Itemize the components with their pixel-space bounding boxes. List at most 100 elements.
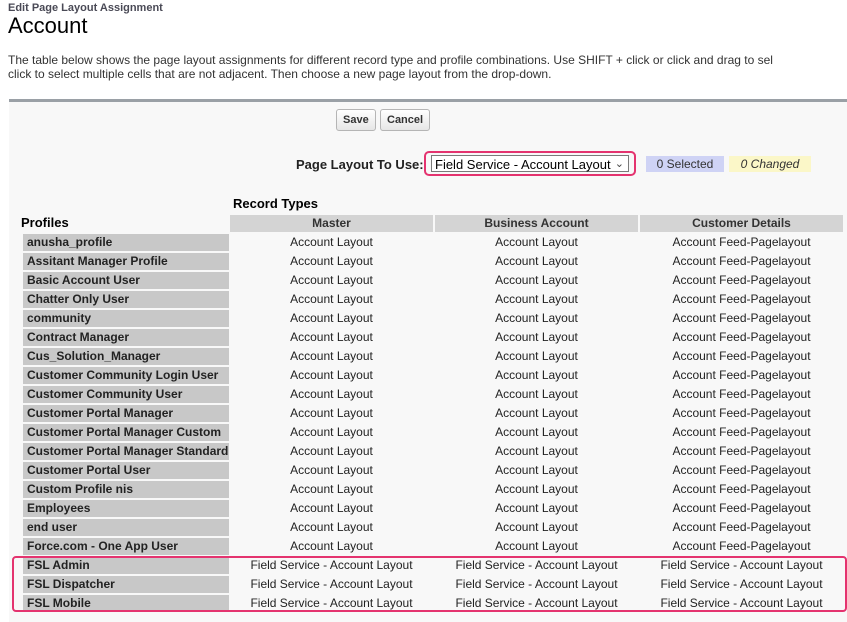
layout-cell[interactable]: Account Feed-Pagelayout — [640, 500, 843, 517]
profile-name: Custom Profile nis — [23, 481, 229, 498]
description: The table below shows the page layout as… — [8, 53, 847, 81]
layout-cell[interactable]: Account Layout — [435, 310, 638, 327]
layout-cell[interactable]: Account Layout — [230, 443, 433, 460]
layout-cell[interactable]: Account Layout — [435, 386, 638, 403]
table-row: anusha_profile Account Layout Account Layo… — [23, 234, 847, 253]
table-row: Customer Portal User Account Layout Accoun… — [23, 462, 847, 481]
layout-cell[interactable]: Account Feed-Pagelayout — [640, 291, 843, 308]
layout-cell[interactable]: Account Feed-Pagelayout — [640, 253, 843, 270]
layout-cell[interactable]: Account Feed-Pagelayout — [640, 443, 843, 460]
table-row: Contract Manager Account Layout Account La… — [23, 329, 847, 348]
page-layout-select-value: Field Service - Account Layout — [435, 157, 611, 172]
layout-cell[interactable]: Account Layout — [435, 443, 638, 460]
layout-cell[interactable]: Account Feed-Pagelayout — [640, 329, 843, 346]
layout-cell[interactable]: Account Layout — [230, 234, 433, 251]
layout-cell[interactable]: Account Layout — [230, 348, 433, 365]
layout-cell[interactable]: Account Layout — [435, 462, 638, 479]
layout-cell[interactable]: Field Service - Account Layout — [640, 576, 843, 593]
layout-cell[interactable]: Account Layout — [230, 481, 433, 498]
layout-cell[interactable]: Account Feed-Pagelayout — [640, 481, 843, 498]
profile-name: Employees — [23, 500, 229, 517]
layout-cell[interactable]: Account Layout — [435, 424, 638, 441]
layout-cell[interactable]: Field Service - Account Layout — [435, 576, 638, 593]
layout-cell[interactable]: Account Layout — [435, 481, 638, 498]
layout-cell[interactable]: Account Feed-Pagelayout — [640, 348, 843, 365]
profile-name: FSL Admin — [23, 557, 229, 574]
chevron-down-icon: ⌄ — [614, 158, 624, 170]
profile-name: Chatter Only User — [23, 291, 229, 308]
layout-cell[interactable]: Field Service - Account Layout — [435, 595, 638, 612]
layout-cell[interactable]: Account Layout — [435, 291, 638, 308]
description-line-1: The table below shows the page layout as… — [8, 53, 773, 67]
layout-cell[interactable]: Account Layout — [230, 367, 433, 384]
table-row: Customer Community Login User Account Lay… — [23, 367, 847, 386]
layout-cell[interactable]: Account Layout — [230, 500, 433, 517]
layout-cell[interactable]: Account Layout — [230, 253, 433, 270]
layout-cell[interactable]: Field Service - Account Layout — [230, 576, 433, 593]
save-button[interactable]: Save — [336, 109, 376, 131]
layout-cell[interactable]: Field Service - Account Layout — [640, 595, 843, 612]
layout-cell[interactable]: Account Layout — [435, 405, 638, 422]
profile-name: community — [23, 310, 229, 327]
table-row: Employees Account Layout Account Layout Acc… — [23, 500, 847, 519]
layout-cell[interactable]: Account Feed-Pagelayout — [640, 462, 843, 479]
layout-cell[interactable]: Account Feed-Pagelayout — [640, 310, 843, 327]
table-row: Custom Profile nis Account Layout Account … — [23, 481, 847, 500]
table-row: community Account Layout Account Layout Acc… — [23, 310, 847, 329]
layout-cell[interactable]: Account Feed-Pagelayout — [640, 272, 843, 289]
layout-cell[interactable]: Account Layout — [435, 329, 638, 346]
selected-count-badge: 0 Selected — [646, 156, 724, 172]
layout-cell[interactable]: Account Layout — [230, 272, 433, 289]
layout-cell[interactable]: Account Layout — [435, 348, 638, 365]
layout-cell[interactable]: Field Service - Account Layout — [230, 557, 433, 574]
profile-name: FSL Mobile — [23, 595, 229, 612]
layout-cell[interactable]: Account Layout — [230, 386, 433, 403]
layout-cell[interactable]: Account Feed-Pagelayout — [640, 424, 843, 441]
layout-cell[interactable]: Account Feed-Pagelayout — [640, 386, 843, 403]
layout-cell[interactable]: Account Layout — [435, 538, 638, 555]
layout-cell[interactable]: Field Service - Account Layout — [230, 595, 433, 612]
layout-cell[interactable]: Account Layout — [230, 310, 433, 327]
page-layout-select[interactable]: Field Service - Account Layout ⌄ — [431, 155, 629, 172]
description-line-2: click to select multiple cells that are … — [8, 67, 552, 81]
layout-cell[interactable]: Account Layout — [435, 500, 638, 517]
table-row: FSL Admin Field Service - Account Layout F… — [23, 557, 847, 576]
layout-cell[interactable]: Account Feed-Pagelayout — [640, 538, 843, 555]
layout-cell[interactable]: Account Layout — [230, 329, 433, 346]
layout-cell[interactable]: Account Layout — [230, 462, 433, 479]
profile-name: Force.com - One App User — [23, 538, 229, 555]
layout-cell[interactable]: Field Service - Account Layout — [435, 557, 638, 574]
layout-cell[interactable]: Account Layout — [230, 538, 433, 555]
table-row: Customer Portal Manager Account Layout Acc… — [23, 405, 847, 424]
layout-cell[interactable]: Account Feed-Pagelayout — [640, 367, 843, 384]
profile-name: anusha_profile — [23, 234, 229, 251]
layout-cell[interactable]: Account Layout — [435, 272, 638, 289]
profile-name: Customer Community Login User — [23, 367, 229, 384]
layout-cell[interactable]: Account Layout — [230, 405, 433, 422]
layout-cell[interactable]: Account Feed-Pagelayout — [640, 519, 843, 536]
table-row: Force.com - One App User Account Layout Ac… — [23, 538, 847, 557]
layout-cell[interactable]: Account Layout — [435, 367, 638, 384]
table-row: Basic Account User Account Layout Account … — [23, 272, 847, 291]
profile-name: FSL Dispatcher — [23, 576, 229, 593]
layout-cell[interactable]: Account Layout — [435, 519, 638, 536]
layout-cell[interactable]: Account Layout — [230, 291, 433, 308]
profile-name: Contract Manager — [23, 329, 229, 346]
layout-cell[interactable]: Account Layout — [435, 253, 638, 270]
layout-cell[interactable]: Field Service - Account Layout — [640, 557, 843, 574]
profile-name: end user — [23, 519, 229, 536]
table-row: Customer Community User Account Layout Acc… — [23, 386, 847, 405]
profile-name: Cus_Solution_Manager — [23, 348, 229, 365]
cancel-button[interactable]: Cancel — [380, 109, 431, 131]
table-row: Customer Portal Manager Standard Account … — [23, 443, 847, 462]
layout-cell[interactable]: Account Layout — [435, 234, 638, 251]
profile-name: Customer Portal Manager Custom — [23, 424, 229, 441]
changed-count-badge: 0 Changed — [729, 156, 811, 172]
layout-cell[interactable]: Account Feed-Pagelayout — [640, 405, 843, 422]
profile-name: Customer Portal User — [23, 462, 229, 479]
table-row: end user Account Layout Account Layout Acco… — [23, 519, 847, 538]
layout-cell[interactable]: Account Feed-Pagelayout — [640, 234, 843, 251]
layout-cell[interactable]: Account Layout — [230, 424, 433, 441]
layout-cell[interactable]: Account Layout — [230, 519, 433, 536]
column-header-customer-details: Customer Details — [640, 215, 843, 232]
